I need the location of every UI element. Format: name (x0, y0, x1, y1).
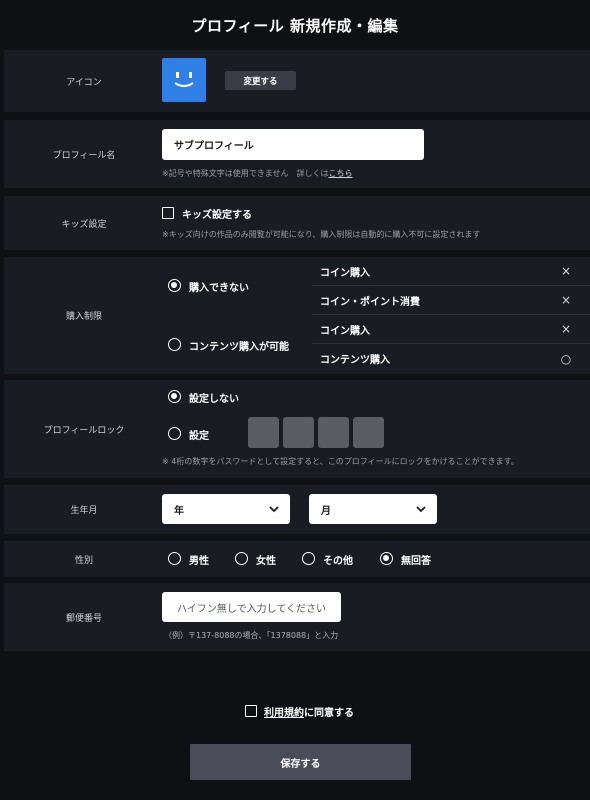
profile-name-note-text: ※記号や特殊文字は使用できません 詳しくは (162, 169, 329, 178)
profile-avatar-icon[interactable] (162, 58, 206, 102)
purchase-table-mark: ○ (560, 351, 572, 366)
terms-label: 利用規約に同意する (264, 704, 354, 719)
purchase-limit-label: 購入制限 (65, 312, 102, 322)
gender-option-2-radio[interactable] (302, 552, 315, 565)
purchase-option-0-radio[interactable] (168, 279, 181, 292)
postal-note: （例）〒137-8088の場合、「1378088」と入力 (164, 631, 339, 640)
purchase-table-label: コイン購入 (320, 325, 370, 337)
purchase-table-mark: × (560, 293, 572, 307)
birth-month-select[interactable]: 月 (309, 494, 437, 524)
kids-checkbox-label[interactable]: キッズ設定する (182, 206, 252, 221)
birth-label: 生年月 (70, 506, 98, 516)
gender-option-2-label[interactable]: その他 (323, 552, 353, 567)
chevron-down-icon (269, 506, 279, 513)
pin-digit-3[interactable] (318, 417, 349, 448)
birth-year-value: 年 (174, 505, 184, 517)
purchase-option-1-radio[interactable] (168, 338, 181, 351)
pin-digit-2[interactable] (283, 417, 314, 448)
pin-digit-1[interactable] (248, 417, 279, 448)
lock-option-0-label[interactable]: 設定しない (189, 390, 239, 405)
gender-row: 性別 (4, 541, 590, 577)
purchase-table-label: コイン・ポイント消費 (320, 296, 420, 308)
lock-option-1-label[interactable]: 設定 (189, 427, 209, 442)
gender-option-3-label[interactable]: 無回答 (401, 552, 431, 567)
gender-option-1-label[interactable]: 女性 (256, 552, 276, 567)
icon-label: アイコン (66, 77, 102, 88)
purchase-table-row: コイン購入 × (312, 315, 590, 344)
postal-label: 郵便番号 (65, 613, 102, 624)
purchase-option-1-label[interactable]: コンテンツ購入が可能 (189, 338, 289, 353)
gender-option-3-radio[interactable] (380, 552, 393, 565)
purchase-table-mark: × (560, 322, 572, 336)
purchase-table-row: コイン・ポイント消費 × (312, 286, 590, 315)
terms-link[interactable]: 利用規約 (264, 708, 304, 719)
gender-label: 性別 (74, 555, 93, 566)
birth-month-value: 月 (321, 505, 331, 517)
details-link[interactable]: こちら (328, 169, 352, 178)
gender-option-1-radio[interactable] (235, 552, 248, 565)
purchase-table-row: コンテンツ購入 ○ (312, 344, 590, 373)
kids-label: キッズ設定 (61, 219, 107, 230)
purchase-option-0-label[interactable]: 購入できない (189, 279, 249, 294)
lock-option-1-radio[interactable] (168, 427, 181, 440)
gender-option-0-label[interactable]: 男性 (189, 552, 209, 567)
postal-code-input[interactable]: ハイフン無しで入力してください (162, 592, 341, 622)
profile-name-input[interactable]: サブプロフィール (162, 129, 424, 160)
chevron-down-icon (416, 506, 426, 513)
page-title: プロフィール 新規作成・編集 (191, 16, 399, 35)
icon-row: アイコン (4, 50, 590, 112)
lock-option-0-radio[interactable] (168, 390, 181, 403)
save-button[interactable]: 保存する (190, 744, 411, 780)
terms-suffix: に同意する (304, 708, 354, 719)
profile-lock-label: プロフィールロック (43, 425, 125, 436)
kids-row: キッズ設定 (4, 196, 590, 250)
kids-note: ※キッズ向けの作品のみ閲覧が可能になり、購入制限は自動的に購入不可に設定されます (162, 230, 481, 239)
profile-name-note: ※記号や特殊文字は使用できません 詳しくはこちら (162, 168, 352, 179)
purchase-table-label: コンテンツ購入 (320, 355, 390, 366)
profile-name-label: プロフィール名 (52, 150, 116, 161)
purchase-table-row: コイン購入 × (312, 257, 590, 286)
kids-checkbox[interactable] (162, 207, 174, 219)
pin-digit-4[interactable] (353, 417, 384, 448)
gender-option-0-radio[interactable] (168, 552, 181, 565)
profile-lock-note: ※ 4桁の数字をパスワードとして設定すると、このプロフィールにロックをかけること… (162, 457, 519, 466)
purchase-table-mark: × (560, 264, 572, 278)
birth-row: 生年月 (4, 485, 590, 534)
birth-year-select[interactable]: 年 (162, 494, 290, 524)
change-icon-button[interactable]: 変更する (225, 71, 296, 90)
smiley-face-icon (174, 72, 194, 87)
terms-checkbox[interactable] (245, 705, 257, 717)
purchase-table-label: コイン購入 (320, 267, 370, 279)
